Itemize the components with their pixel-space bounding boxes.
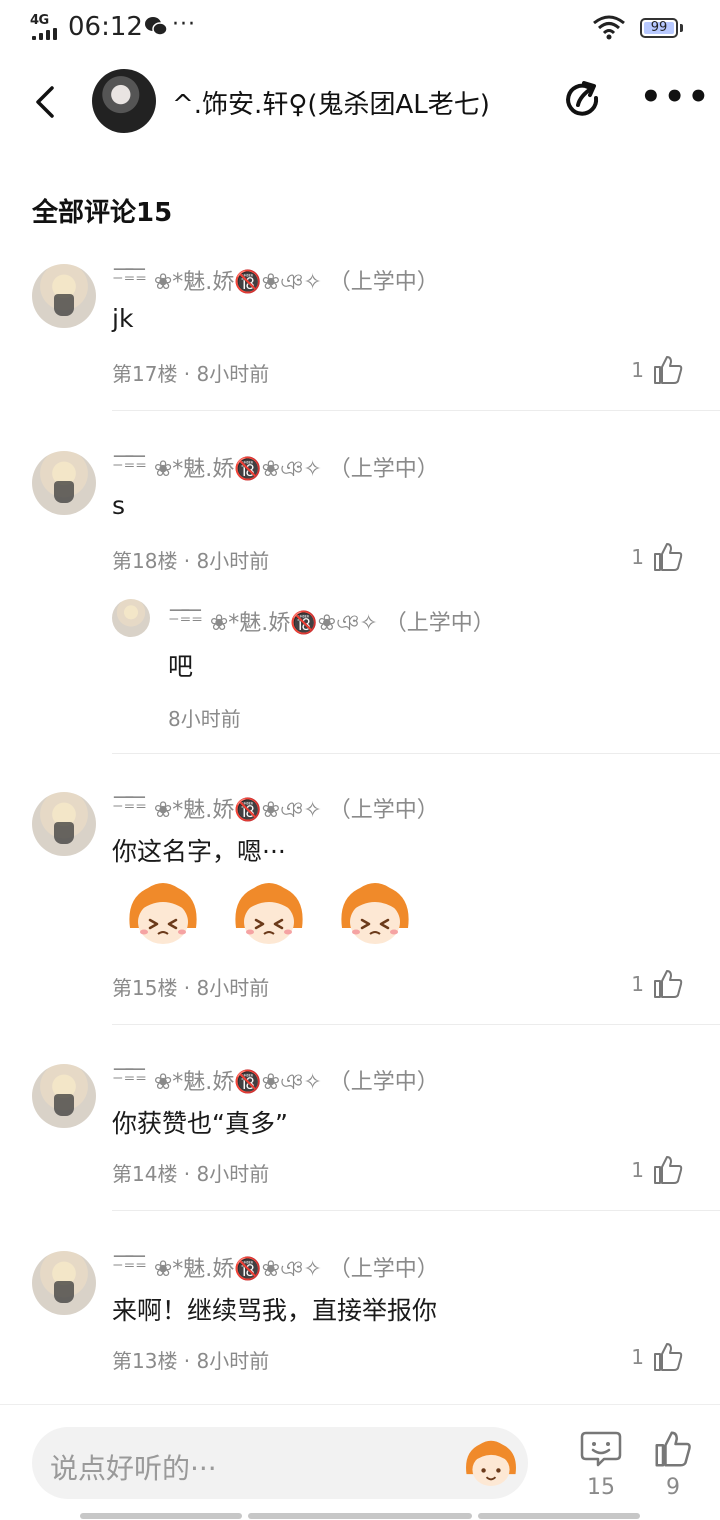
comment-item: ⁻͞⁼͞⁼ ❀*魅.娇🔞❀ঞ✧ （上学中） jk 第17楼 · 8小时前 1: [0, 264, 720, 412]
like-count: 1: [631, 545, 644, 569]
emoji-sticker-icon[interactable]: [462, 1437, 520, 1489]
commenter-name[interactable]: ⁻͞⁼͞⁼ ❀*魅.娇🔞❀ঞ✧ （上学中）: [112, 451, 439, 489]
commenter-avatar[interactable]: [32, 1251, 96, 1315]
like-count: 1: [631, 358, 644, 382]
reply-meta: 8小时前: [168, 707, 241, 731]
reply-text[interactable]: 吧: [168, 647, 193, 683]
thumbs-up-icon[interactable]: [652, 354, 684, 386]
reply-avatar[interactable]: [112, 599, 150, 637]
comment-count: 15: [587, 1475, 615, 1500]
wechat-icon: [145, 17, 168, 36]
header: ^.饰安.轩♀(鬼杀团AL老七) •••: [0, 60, 720, 144]
like-count: 1: [631, 1345, 644, 1369]
nav-indicator: [478, 1513, 640, 1519]
comment-text[interactable]: 来啊！继续骂我，直接举报你: [112, 1291, 437, 1327]
comment-input-placeholder[interactable]: 说点好听的···: [50, 1447, 217, 1487]
battery-tip: [680, 24, 683, 32]
status-more: ···: [172, 12, 196, 37]
like-count: 1: [631, 972, 644, 996]
commenter-name[interactable]: ⁻͞⁼͞⁼ ❀*魅.娇🔞❀ঞ✧ （上学中）: [112, 264, 439, 302]
status-time: 06:12: [68, 12, 143, 42]
comment-input[interactable]: 说点好听的···: [32, 1427, 528, 1499]
divider: [112, 753, 720, 754]
comment-meta: 第18楼 · 8小时前: [112, 549, 270, 573]
thumbs-up-icon[interactable]: [652, 1341, 684, 1373]
wifi-icon: [593, 15, 625, 40]
commenter-avatar[interactable]: [32, 792, 96, 856]
comment-text[interactable]: jk: [112, 304, 133, 333]
comment-item: ⁻͞⁼͞⁼ ❀*魅.娇🔞❀ঞ✧ （上学中） s 第18楼 · 8小时前 1 ⁻͞…: [0, 451, 720, 755]
divider: [112, 1024, 720, 1025]
comment-count-button[interactable]: 15: [578, 1429, 624, 1509]
more-icon[interactable]: •••: [640, 80, 709, 122]
like-count-total: 9: [666, 1475, 680, 1500]
status-bar: 4G 06:12 ··· 99: [0, 0, 720, 56]
comment-text[interactable]: 你这名字，嗯···: [112, 832, 286, 868]
commenter-name[interactable]: ⁻͞⁼͞⁼ ❀*魅.娇🔞❀ঞ✧ （上学中）: [112, 1251, 439, 1289]
like-count: 1: [631, 1158, 644, 1182]
comment-text[interactable]: s: [112, 491, 125, 520]
commenter-name[interactable]: ⁻͞⁼͞⁼ ❀*魅.娇🔞❀ঞ✧ （上学中）: [112, 1064, 439, 1102]
author-name[interactable]: ^.饰安.轩♀(鬼杀团AL老七): [172, 84, 490, 121]
thumbs-up-icon[interactable]: [653, 1429, 693, 1469]
comment-item: ⁻͞⁼͞⁼ ❀*魅.娇🔞❀ঞ✧ （上学中） 来啊！继续骂我，直接举报你 第13楼…: [0, 1251, 720, 1399]
network-type: 4G: [30, 13, 49, 28]
commenter-name[interactable]: ⁻͞⁼͞⁼ ❀*魅.娇🔞❀ঞ✧ （上学中）: [112, 792, 439, 830]
comments-section-title: 全部评论15: [32, 198, 173, 228]
signal-icon: [32, 28, 60, 40]
author-avatar[interactable]: [92, 69, 156, 133]
thumbs-up-icon[interactable]: [652, 541, 684, 573]
divider: [112, 1210, 720, 1211]
comment-item: ⁻͞⁼͞⁼ ❀*魅.娇🔞❀ঞ✧ （上学中） 你获赞也“真多” 第14楼 · 8小…: [0, 1064, 720, 1212]
like-button[interactable]: 9: [650, 1429, 696, 1509]
emoji-sticker-icon: [235, 883, 303, 944]
nav-indicator: [80, 1513, 242, 1519]
battery-icon: 99: [640, 18, 678, 38]
comment-icon[interactable]: [578, 1429, 624, 1469]
comment-meta: 第15楼 · 8小时前: [112, 976, 270, 1000]
comment-meta: 第17楼 · 8小时前: [112, 362, 270, 386]
comment-meta: 第13楼 · 8小时前: [112, 1349, 270, 1373]
thumbs-up-icon[interactable]: [652, 968, 684, 1000]
commenter-avatar[interactable]: [32, 264, 96, 328]
comment-item: ⁻͞⁼͞⁼ ❀*魅.娇🔞❀ঞ✧ （上学中） 你这名字，嗯··· 第15楼 · 8…: [0, 792, 720, 1026]
share-icon[interactable]: [562, 78, 606, 122]
emoji-sticker-icon: [129, 883, 197, 944]
commenter-avatar[interactable]: [32, 451, 96, 515]
reply-name[interactable]: ⁻͞⁼͞⁼ ❀*魅.娇🔞❀ঞ✧ （上学中）: [168, 605, 495, 643]
comment-text[interactable]: 你获赞也“真多”: [112, 1104, 288, 1140]
divider: [112, 410, 720, 411]
nav-indicator: [248, 1513, 472, 1519]
battery-level: 99: [650, 20, 668, 35]
thumbs-up-icon[interactable]: [652, 1154, 684, 1186]
back-icon[interactable]: [26, 80, 66, 124]
emoji-sticker-icon: [341, 883, 409, 944]
bottom-bar: 说点好听的··· 15 9: [0, 1404, 720, 1520]
comment-meta: 第14楼 · 8小时前: [112, 1162, 270, 1186]
commenter-avatar[interactable]: [32, 1064, 96, 1128]
